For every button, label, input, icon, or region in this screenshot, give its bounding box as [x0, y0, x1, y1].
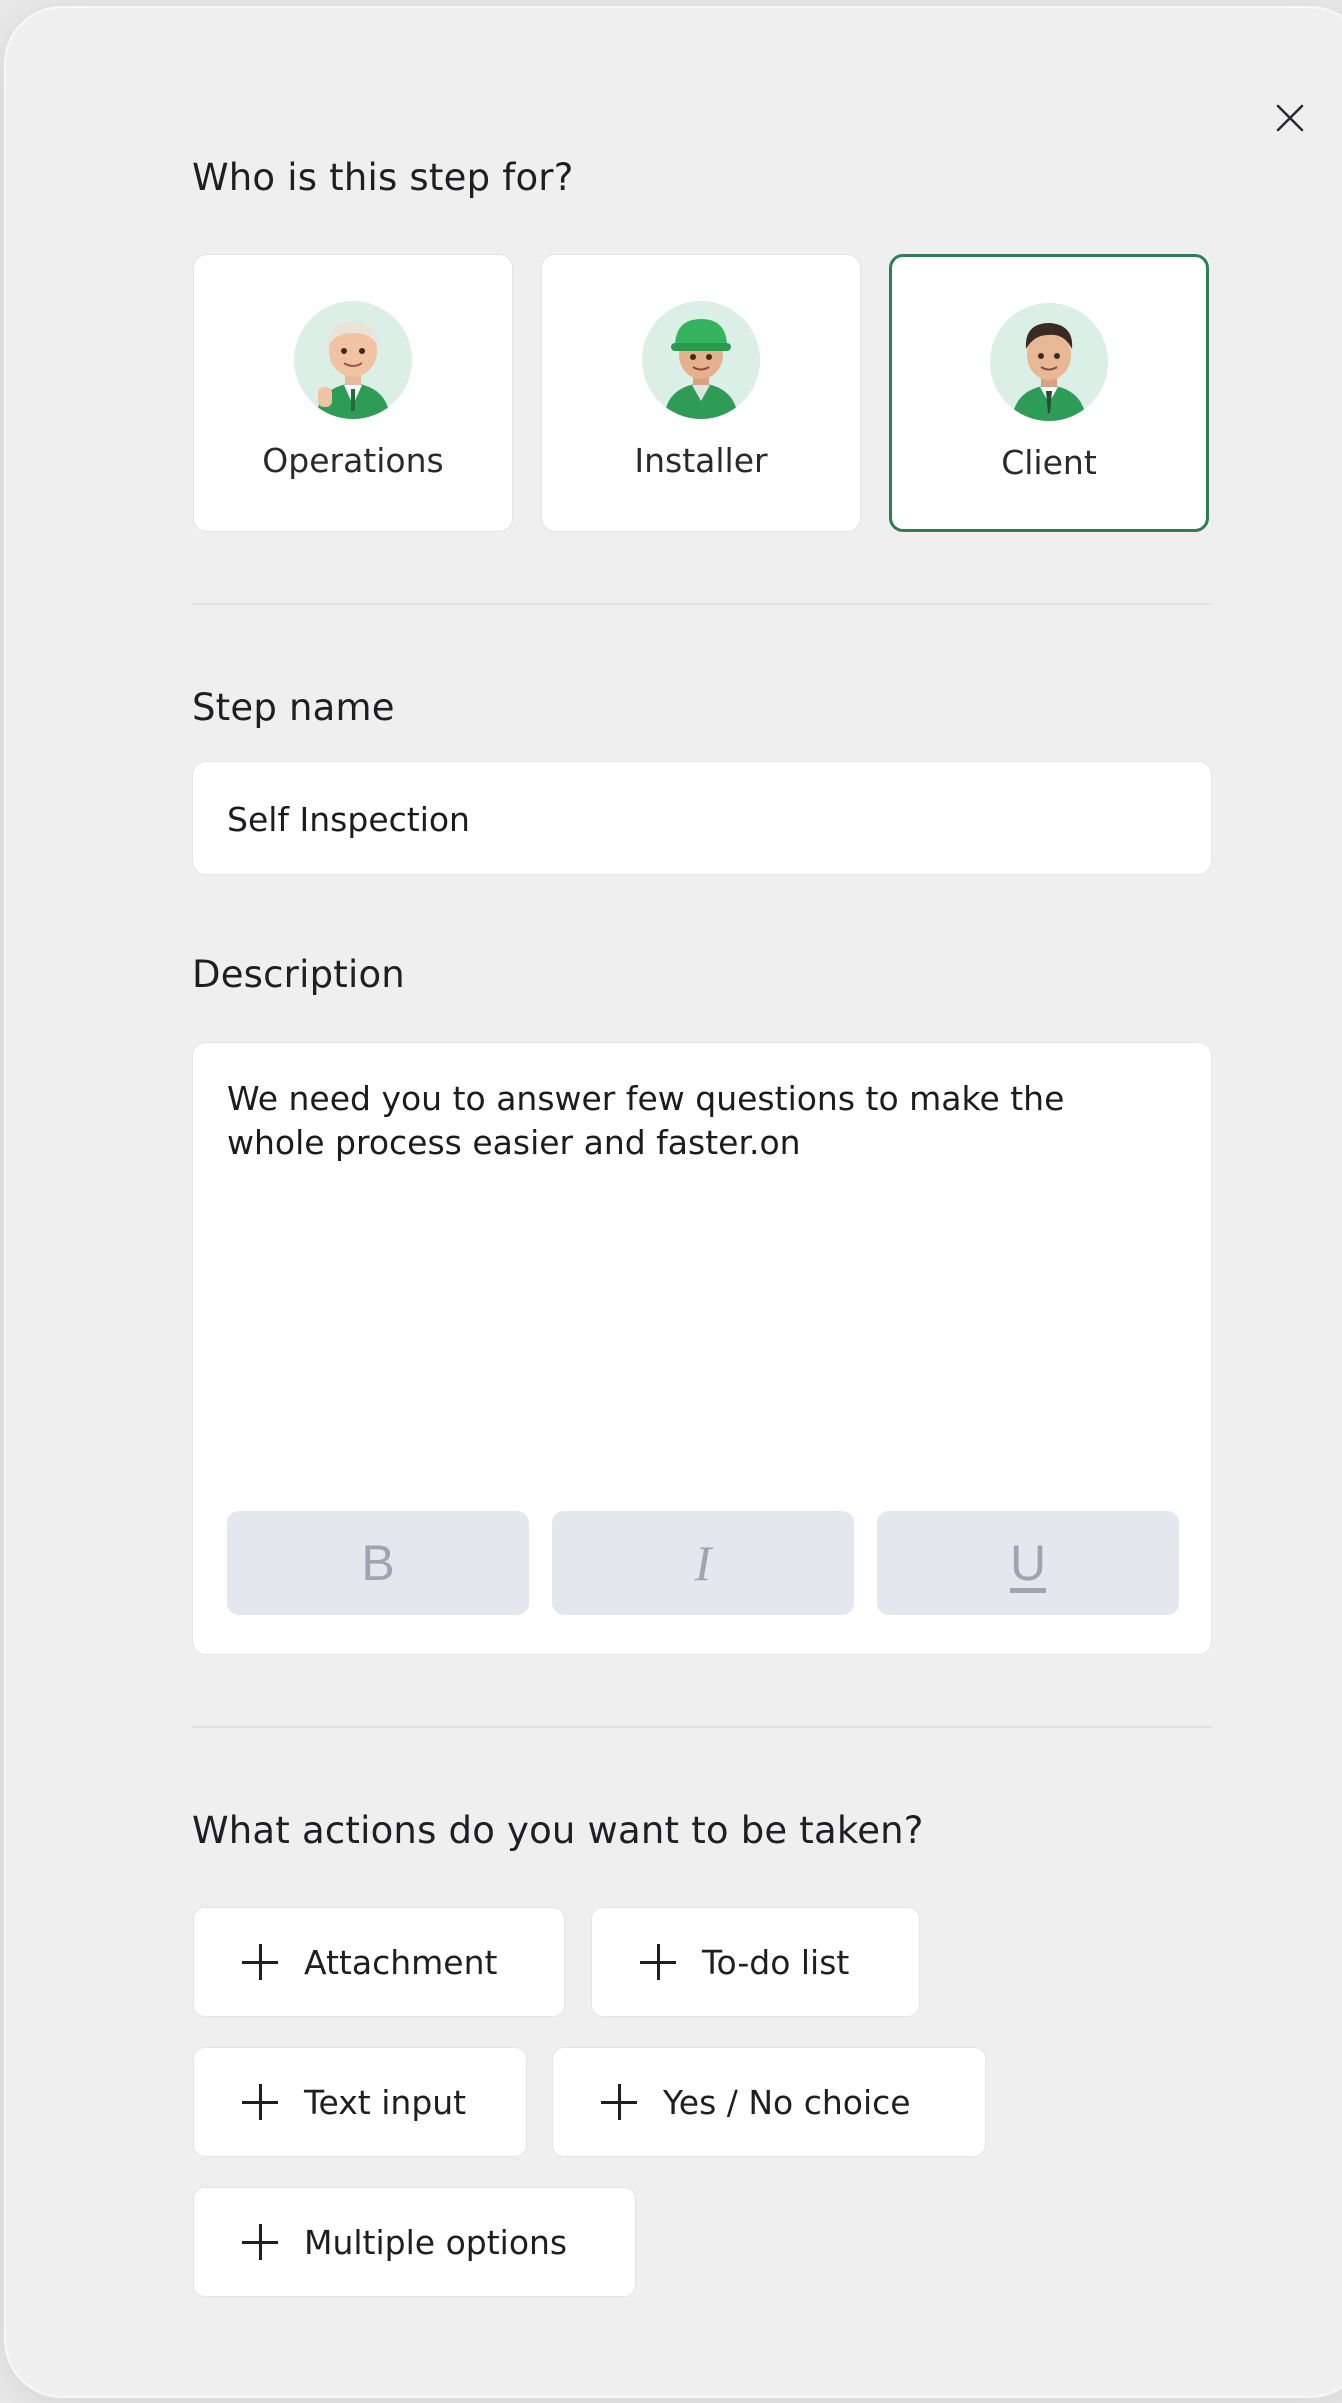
chip-label: Text input [304, 2082, 467, 2122]
chip-label: Attachment [304, 1942, 498, 1982]
audience-option-label: Installer [634, 441, 768, 480]
underline-button[interactable]: U [877, 1511, 1179, 1615]
description-label: Description [192, 953, 405, 996]
plus-icon [601, 2084, 637, 2120]
chip-label: Multiple options [304, 2222, 568, 2262]
plus-icon [242, 2084, 278, 2120]
bold-icon: B [361, 1535, 395, 1591]
close-button[interactable] [1264, 92, 1316, 144]
add-text-input-button[interactable]: Text input [193, 2047, 527, 2157]
chip-label: Yes / No choice [663, 2082, 911, 2122]
step-name-label: Step name [192, 686, 395, 729]
italic-button[interactable]: I [552, 1511, 854, 1615]
actions-heading: What actions do you want to be taken? [192, 1809, 924, 1852]
step-name-value: Self Inspection [227, 800, 470, 839]
audience-heading: Who is this step for? [192, 156, 574, 199]
audience-option-label: Operations [262, 441, 444, 480]
underline-icon: U [1009, 1535, 1047, 1591]
description-textarea[interactable]: We need you to answer few questions to m… [192, 1042, 1212, 1655]
installer-avatar [642, 301, 760, 419]
operations-avatar [294, 301, 412, 419]
audience-option-client[interactable]: Client [889, 254, 1209, 532]
section-divider [192, 1726, 1212, 1728]
chip-label: To-do list [702, 1942, 850, 1982]
client-avatar [990, 303, 1108, 421]
bold-button[interactable]: B [227, 1511, 529, 1615]
audience-option-installer[interactable]: Installer [541, 254, 861, 532]
audience-option-operations[interactable]: Operations [193, 254, 513, 532]
add-multiple-options-button[interactable]: Multiple options [193, 2187, 636, 2297]
description-value: We need you to answer few questions to m… [227, 1079, 1065, 1162]
add-todo-list-button[interactable]: To-do list [591, 1907, 920, 2017]
add-yes-no-choice-button[interactable]: Yes / No choice [552, 2047, 986, 2157]
plus-icon [640, 1944, 676, 1980]
close-icon [1276, 104, 1304, 132]
plus-icon [242, 2224, 278, 2260]
plus-icon [242, 1944, 278, 1980]
add-attachment-button[interactable]: Attachment [193, 1907, 565, 2017]
section-divider [192, 603, 1212, 605]
italic-icon: I [694, 1535, 712, 1591]
audience-option-label: Client [1001, 443, 1097, 482]
step-name-input[interactable]: Self Inspection [192, 761, 1212, 875]
